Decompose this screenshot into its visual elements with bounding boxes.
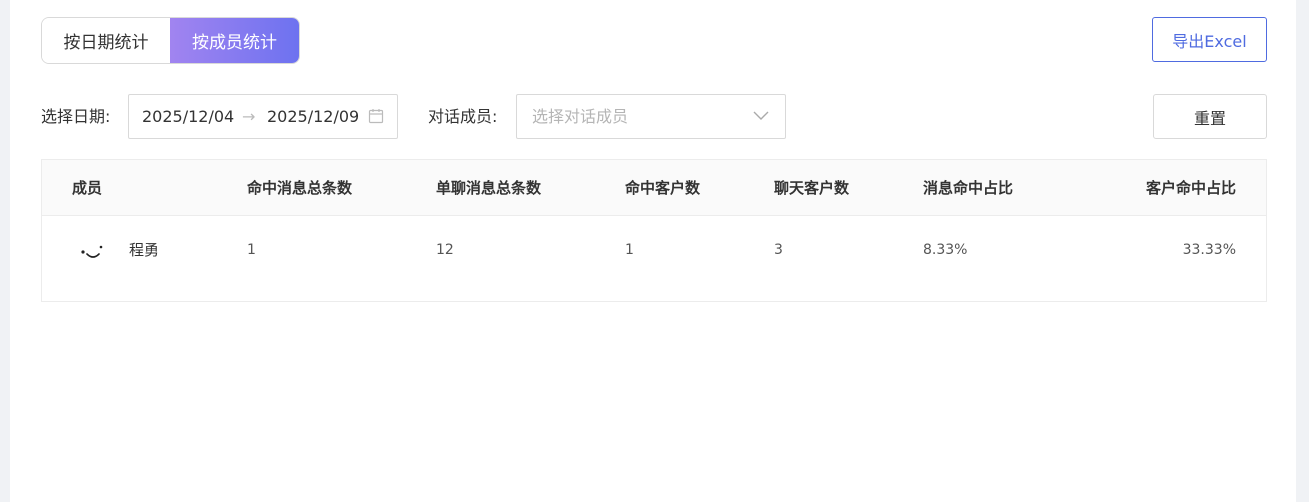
date-start-value[interactable]: 2025/12/04 [142,107,234,126]
export-excel-button[interactable]: 导出Excel [1152,17,1267,62]
cell-hit-msgs: 1 [247,242,256,258]
member-filter-label: 对话成员: [428,107,498,126]
chevron-down-icon [753,111,769,120]
tab-by-member[interactable]: 按成员统计 [170,18,299,63]
stat-mode-toggle: 按日期统计 按成员统计 [41,17,300,64]
member-name: 程勇 [129,241,160,259]
tab-by-date[interactable]: 按日期统计 [42,18,170,63]
header-chat-customers: 聊天客户数 [774,179,850,197]
calendar-icon[interactable] [368,108,384,124]
cell-hit-customers: 1 [625,242,634,258]
header-hit-customers: 命中客户数 [625,179,701,197]
cell-single-msgs: 12 [436,242,454,258]
avatar [81,245,103,258]
member-stats-table: 成员 命中消息总条数 单聊消息总条数 命中客户数 聊天客户数 消息命中占比 客户… [41,159,1267,302]
cell-msg-hit-ratio: 8.33% [923,242,968,258]
header-msg-hit-ratio: 消息命中占比 [923,179,1014,197]
header-member: 成员 [72,179,103,197]
member-select-placeholder: 选择对话成员 [532,107,629,126]
header-hit-msgs: 命中消息总条数 [247,179,353,197]
cell-chat-customers: 3 [774,242,783,258]
cell-customer-hit-ratio: 33.33% [1182,242,1236,258]
date-end-value[interactable]: 2025/12/09 [267,107,359,126]
date-range-arrow: → [242,107,256,126]
header-customer-hit-ratio: 客户命中占比 [1145,179,1236,197]
reset-button[interactable]: 重置 [1153,94,1267,139]
date-range-picker[interactable]: 2025/12/04 → 2025/12/09 [128,94,398,139]
header-single-msgs: 单聊消息总条数 [436,179,542,197]
table-header: 成员 命中消息总条数 单聊消息总条数 命中客户数 聊天客户数 消息命中占比 客户… [42,160,1266,216]
stats-panel: 按日期统计 按成员统计 导出Excel 选择日期: 2025/12/04 → 2… [10,0,1296,502]
member-select[interactable]: 选择对话成员 [516,94,786,139]
date-filter-label: 选择日期: [41,107,111,126]
